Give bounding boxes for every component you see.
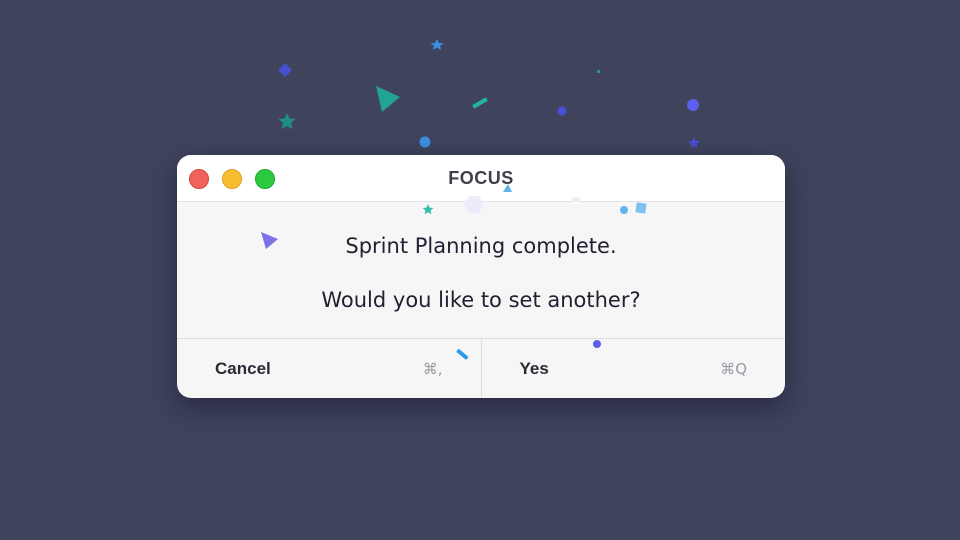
window-title: FOCUS <box>448 168 514 188</box>
dialog-message: Sprint Planning complete. Would you like… <box>177 202 785 339</box>
cancel-shortcut: ⌘, <box>422 360 443 378</box>
focus-dialog: FOCUS Sprint Planning complete. Would yo… <box>177 155 785 398</box>
confetti-star <box>278 113 296 129</box>
confetti-circle <box>687 99 699 111</box>
confetti-stick <box>472 97 488 109</box>
dialog-buttons: Cancel ⌘, Yes ⌘Q <box>177 339 785 398</box>
confetti-star <box>688 137 700 148</box>
message-line-1: Sprint Planning complete. <box>345 234 617 258</box>
yes-label: Yes <box>519 359 549 378</box>
confetti-circle <box>557 106 567 116</box>
cancel-button[interactable]: Cancel ⌘, <box>177 339 482 398</box>
confetti-triangle <box>376 86 400 112</box>
yes-button[interactable]: Yes ⌘Q <box>482 339 786 398</box>
cancel-label: Cancel <box>215 359 271 378</box>
title-bar: FOCUS <box>177 155 785 202</box>
yes-shortcut: ⌘Q <box>720 360 747 378</box>
confetti-circle <box>419 136 431 148</box>
message-line-2: Would you like to set another? <box>321 288 641 312</box>
confetti-star <box>430 39 444 50</box>
confetti-diamond <box>277 62 293 78</box>
confetti-dot <box>597 70 600 73</box>
